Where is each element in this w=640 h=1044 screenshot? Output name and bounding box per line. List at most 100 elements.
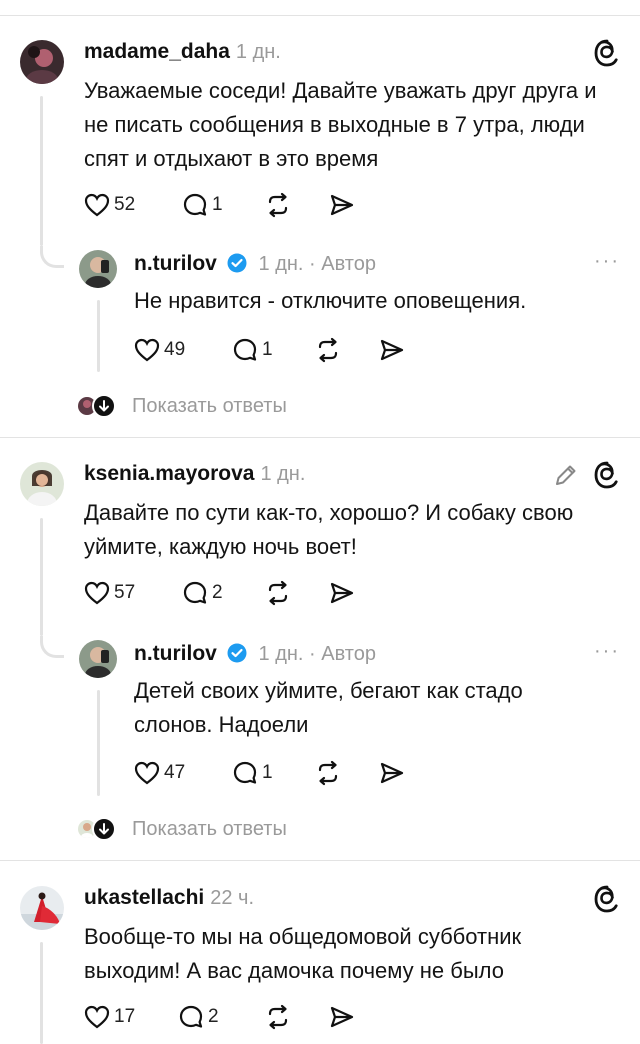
- repost-icon: [268, 580, 288, 606]
- threads-logo-icon: [594, 461, 618, 489]
- reply-username[interactable]: n.turilov: [134, 642, 217, 665]
- comment-icon: [183, 193, 207, 216]
- repost-button[interactable]: [314, 335, 342, 365]
- post-text: Давайте по сути как-то, хорошо? И собаку…: [84, 500, 574, 559]
- divider: [0, 15, 640, 16]
- comment-button[interactable]: 1: [232, 335, 273, 365]
- arrow-down-icon: [92, 394, 116, 418]
- username-row: ukastellachi 22 ч.: [84, 886, 254, 910]
- repost-button[interactable]: [264, 578, 292, 608]
- reply-text: Не нравится - отключите оповещения.: [134, 288, 527, 313]
- comment-button[interactable]: 2: [182, 578, 223, 608]
- more-options-icon[interactable]: ···: [594, 250, 620, 273]
- avatar-ksenia-mayorova[interactable]: [20, 462, 64, 506]
- send-icon: [380, 762, 404, 784]
- like-button[interactable]: 17: [84, 1002, 135, 1032]
- share-button[interactable]: [328, 1002, 356, 1032]
- avatar-n-turilov[interactable]: [79, 640, 117, 678]
- reply-username-row: n.turilov 1 дн. · Автор: [134, 252, 376, 276]
- more-options-icon[interactable]: ···: [594, 640, 620, 663]
- send-icon: [330, 194, 354, 216]
- share-button[interactable]: [378, 758, 406, 788]
- repost-icon: [318, 760, 338, 786]
- reply-thread-line: [97, 690, 100, 796]
- threads-logo-icon: [594, 39, 618, 67]
- send-icon: [330, 582, 354, 604]
- comment-button[interactable]: 1: [182, 190, 223, 220]
- comment-icon: [233, 338, 257, 361]
- like-count: 52: [114, 194, 136, 215]
- like-count: 49: [164, 339, 186, 360]
- comment-button[interactable]: 2: [178, 1002, 219, 1032]
- thread-line-curve: [40, 246, 64, 268]
- send-icon: [330, 1006, 354, 1028]
- thread-line: [40, 942, 43, 1044]
- avatar-n-turilov[interactable]: [79, 250, 117, 288]
- comment-count: 2: [208, 1006, 219, 1027]
- edit-pencil-icon[interactable]: [553, 462, 579, 488]
- thread-line: [40, 96, 43, 246]
- like-button[interactable]: 47: [134, 758, 185, 788]
- post-actions: 52 1: [84, 190, 384, 220]
- repost-icon: [318, 337, 338, 363]
- arrow-down-icon: [92, 817, 116, 841]
- share-button[interactable]: [328, 578, 356, 608]
- repost-button[interactable]: [314, 758, 342, 788]
- heart-icon: [84, 193, 110, 217]
- post-actions: 17 2: [84, 1002, 384, 1032]
- heart-icon: [134, 761, 160, 785]
- threads-logo-icon: [594, 885, 618, 913]
- heart-icon: [134, 338, 160, 362]
- divider: [0, 437, 640, 438]
- thread-line: [40, 518, 43, 636]
- comment-count: 2: [212, 582, 223, 603]
- show-replies-button[interactable]: Показать ответы: [76, 392, 287, 420]
- repost-icon: [268, 192, 288, 218]
- comment-count: 1: [212, 194, 223, 215]
- verified-badge-icon: [227, 253, 247, 273]
- post-text: Уважаемые соседи! Давайте уважать друг д…: [84, 78, 597, 171]
- reply-username-row: n.turilov 1 дн. · Автор: [134, 642, 376, 666]
- verified-badge-icon: [227, 643, 247, 663]
- show-replies-button[interactable]: Показать ответы: [76, 815, 287, 843]
- like-count: 47: [164, 762, 186, 783]
- reply-actions: 47 1: [134, 758, 434, 788]
- share-button[interactable]: [328, 190, 356, 220]
- repost-button[interactable]: [264, 1002, 292, 1032]
- like-button[interactable]: 52: [84, 190, 135, 220]
- post-actions: 57 2: [84, 578, 384, 608]
- divider: [0, 860, 640, 861]
- like-button[interactable]: 49: [134, 335, 185, 365]
- repost-button[interactable]: [264, 190, 292, 220]
- repost-icon: [268, 1004, 288, 1030]
- comment-icon: [183, 581, 207, 604]
- comment-button[interactable]: 1: [232, 758, 273, 788]
- timestamp: 1 дн.: [235, 41, 281, 63]
- username-row: madame_daha 1 дн.: [84, 40, 281, 64]
- comment-icon: [179, 1005, 203, 1028]
- post-text: Вообще-то мы на общедомовой субботник вы…: [84, 924, 522, 983]
- heart-icon: [84, 1005, 110, 1029]
- like-button[interactable]: 57: [84, 578, 135, 608]
- share-button[interactable]: [378, 335, 406, 365]
- like-count: 57: [114, 582, 136, 603]
- username[interactable]: ksenia.mayorova: [84, 462, 254, 485]
- comment-icon: [233, 761, 257, 784]
- comment-count: 1: [262, 762, 273, 783]
- reply-username[interactable]: n.turilov: [134, 252, 217, 275]
- reply-timestamp: 1 дн. · Автор: [258, 253, 376, 275]
- reply-actions: 49 1: [134, 335, 434, 365]
- avatar-madame-daha[interactable]: [20, 40, 64, 84]
- avatar-ukastellachi[interactable]: [20, 886, 64, 930]
- send-icon: [380, 339, 404, 361]
- username-row: ksenia.mayorova 1 дн.: [84, 462, 305, 486]
- timestamp: 22 ч.: [210, 887, 255, 909]
- show-replies-label: Показать ответы: [132, 394, 287, 417]
- reply-thread-line: [97, 300, 100, 372]
- like-count: 17: [114, 1006, 136, 1027]
- reply-timestamp: 1 дн. · Автор: [258, 643, 376, 665]
- thread-line-curve: [40, 636, 64, 658]
- heart-icon: [84, 581, 110, 605]
- username[interactable]: madame_daha: [84, 40, 230, 63]
- username[interactable]: ukastellachi: [84, 886, 204, 909]
